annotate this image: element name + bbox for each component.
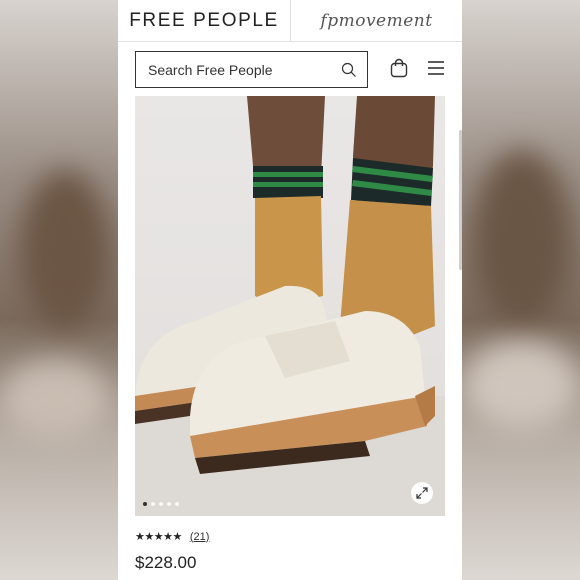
search-input[interactable]: Search Free People bbox=[135, 51, 368, 88]
expand-icon bbox=[416, 487, 428, 499]
top-bar: FREE PEOPLE fpmovement bbox=[118, 0, 462, 42]
search-placeholder: Search Free People bbox=[148, 61, 273, 78]
gallery-dot[interactable] bbox=[175, 502, 179, 506]
clog-illustration bbox=[135, 96, 445, 516]
search-icon[interactable] bbox=[341, 62, 357, 78]
product-price: $228.00 bbox=[135, 553, 197, 572]
gallery-dots bbox=[143, 502, 179, 506]
product-rating: ★★★★★ (21) bbox=[135, 530, 210, 544]
shopping-bag-icon[interactable] bbox=[389, 58, 409, 78]
scrollbar[interactable] bbox=[459, 130, 462, 270]
fp-movement-logo[interactable]: fpmovement bbox=[291, 0, 462, 42]
hamburger-menu-icon[interactable] bbox=[427, 60, 445, 76]
product-page: FREE PEOPLE fpmovement Search Free Peopl… bbox=[118, 0, 462, 580]
free-people-logo[interactable]: FREE PEOPLE bbox=[118, 0, 290, 42]
gallery-dot[interactable] bbox=[167, 502, 171, 506]
review-count-link[interactable]: (21) bbox=[190, 531, 210, 543]
background-right bbox=[462, 0, 580, 580]
gallery-dot[interactable] bbox=[159, 502, 163, 506]
product-image[interactable] bbox=[135, 96, 445, 516]
gallery-dot[interactable] bbox=[151, 502, 155, 506]
background-left bbox=[0, 0, 118, 580]
expand-button[interactable] bbox=[411, 482, 433, 504]
rating-stars: ★★★★★ bbox=[135, 531, 182, 543]
gallery-dot[interactable] bbox=[143, 502, 147, 506]
